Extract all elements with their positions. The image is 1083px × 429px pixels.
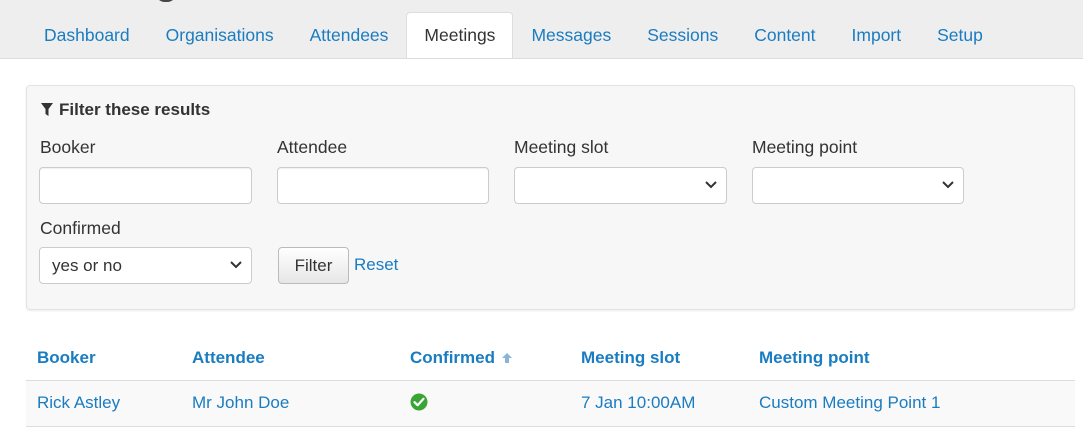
confirmed-selected: yes or no [52, 256, 122, 275]
meetings-table: Booker Attendee Confirmed Meeting slot M… [26, 337, 1075, 427]
table-header-row: Booker Attendee Confirmed Meeting slot M… [26, 337, 1075, 381]
meeting-point-select[interactable] [752, 167, 964, 204]
funnel-icon [41, 103, 53, 116]
confirmed-check-icon [410, 393, 428, 410]
filter-title-text: Filter these results [59, 100, 211, 119]
cell-meeting-point[interactable]: Custom Meeting Point 1 [748, 380, 1075, 427]
tab-setup[interactable]: Setup [919, 12, 1001, 58]
reset-link[interactable]: Reset [354, 255, 398, 275]
tab-dashboard[interactable]: Dashboard [26, 12, 148, 58]
table-row: Rick Astley Mr John Doe 7 Jan 10:00AM Cu… [26, 380, 1075, 427]
booker-input[interactable] [39, 167, 252, 204]
tab-content[interactable]: Content [736, 12, 833, 58]
column-header-attendee[interactable]: Attendee [181, 337, 399, 381]
main-content: Filter these results Booker Attendee Mee… [0, 58, 1083, 429]
chevron-down-icon [705, 181, 717, 189]
tab-import[interactable]: Import [834, 12, 920, 58]
cell-meeting-slot[interactable]: 7 Jan 10:00AM [570, 380, 748, 427]
chevron-down-icon [942, 181, 954, 189]
meeting-slot-select[interactable] [514, 167, 727, 204]
column-header-booker[interactable]: Booker [26, 337, 181, 381]
meeting-slot-label: Meeting slot [514, 137, 609, 157]
tab-attendees[interactable]: Attendees [292, 12, 407, 58]
page-heading-fragment [155, 0, 177, 2]
attendee-label: Attendee [277, 137, 348, 157]
meeting-point-label: Meeting point [752, 137, 858, 157]
attendee-input[interactable] [277, 167, 489, 204]
chevron-down-icon [230, 261, 242, 269]
tab-organisations[interactable]: Organisations [148, 12, 292, 58]
sort-ascending-icon [502, 353, 512, 364]
tab-messages[interactable]: Messages [513, 12, 629, 58]
column-header-meeting-slot[interactable]: Meeting slot [570, 337, 748, 381]
filter-button[interactable]: Filter [278, 247, 349, 284]
tab-sessions[interactable]: Sessions [629, 12, 736, 58]
nav-tabs: Dashboard Organisations Attendees Meetin… [26, 12, 1001, 59]
column-header-meeting-point[interactable]: Meeting point [748, 337, 1075, 381]
confirmed-select[interactable]: yes or no [39, 247, 252, 284]
tab-meetings[interactable]: Meetings [406, 12, 514, 59]
filter-title: Filter these results [41, 100, 210, 120]
column-header-confirmed[interactable]: Confirmed [399, 337, 570, 381]
confirmed-label: Confirmed [40, 218, 121, 238]
filter-panel: Filter these results Booker Attendee Mee… [26, 85, 1075, 310]
cell-booker[interactable]: Rick Astley [26, 380, 181, 427]
cell-attendee[interactable]: Mr John Doe [181, 380, 399, 427]
booker-label: Booker [40, 137, 96, 157]
cell-confirmed [399, 380, 570, 427]
top-nav-bar: Dashboard Organisations Attendees Meetin… [0, 0, 1083, 59]
